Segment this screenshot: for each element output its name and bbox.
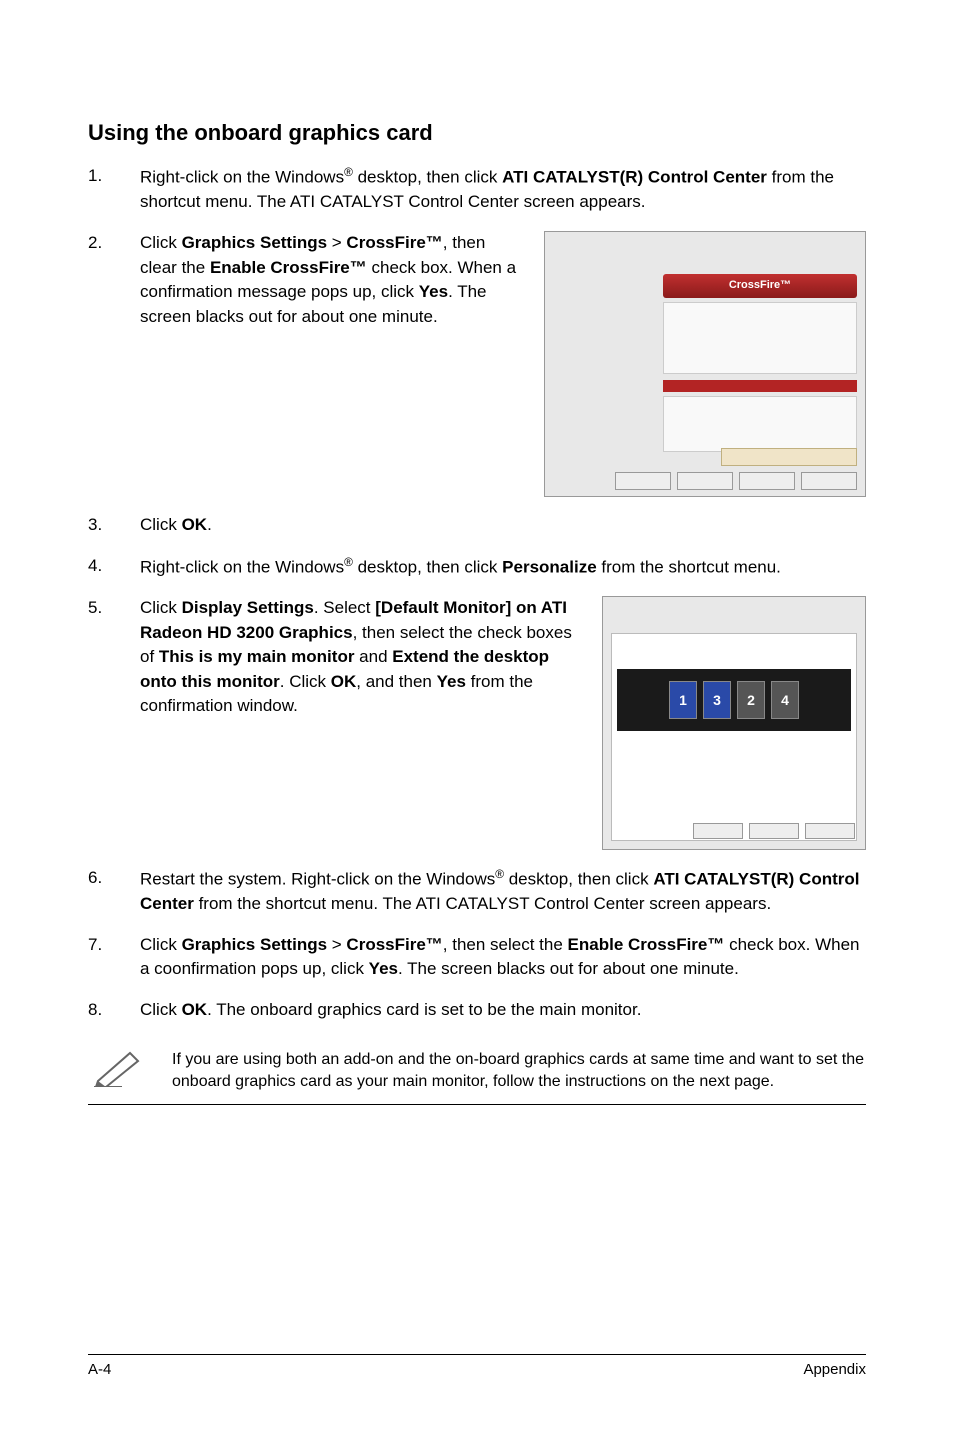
bold-text: OK — [331, 672, 357, 691]
step-2: Click Graphics Settings > CrossFire™, th… — [88, 231, 866, 497]
page-number: A-4 — [88, 1361, 111, 1378]
text: from the shortcut menu. — [597, 557, 781, 576]
text: desktop, then click — [353, 557, 502, 576]
page-footer: A-4 Appendix — [88, 1354, 866, 1378]
monitor-arrangement: 1 3 2 4 — [617, 669, 851, 731]
text: from the shortcut menu. The ATI CATALYST… — [194, 894, 771, 913]
dialog-button — [739, 472, 795, 490]
bold-text: ATI CATALYST(R) Control Center — [502, 168, 767, 187]
section-name: Appendix — [803, 1361, 866, 1378]
bold-text: Yes — [437, 672, 466, 691]
text: Click — [140, 1000, 182, 1019]
step-8: Click OK. The onboard graphics card is s… — [88, 998, 866, 1023]
note-block: If you are using both an add-on and the … — [88, 1047, 866, 1094]
step-5: Click Display Settings. Select [Default … — [88, 596, 866, 850]
step-3: Click OK. — [88, 513, 866, 538]
text: desktop, then click — [504, 870, 653, 889]
monitor-tile: 1 — [669, 681, 697, 719]
bold-text: Display Settings — [182, 598, 314, 617]
bold-text: Personalize — [502, 557, 597, 576]
panel — [663, 396, 857, 452]
panel — [663, 302, 857, 374]
text: and — [354, 647, 392, 666]
crossfire-title: CrossFire™ — [663, 274, 857, 298]
text: , and then — [356, 672, 436, 691]
monitor-tile: 4 — [771, 681, 799, 719]
panel-header — [663, 380, 857, 392]
monitor-tile: 2 — [737, 681, 765, 719]
text: . Click — [280, 672, 331, 691]
bold-text: Graphics Settings — [182, 233, 327, 252]
bold-text: Yes — [419, 282, 448, 301]
text: Click — [140, 515, 182, 534]
reg-mark: ® — [344, 165, 353, 179]
text: Click — [140, 233, 182, 252]
step-7: Click Graphics Settings > CrossFire™, th… — [88, 933, 866, 982]
dialog-button — [693, 823, 743, 839]
bold-text: CrossFire™ — [346, 935, 442, 954]
text: Restart the system. Right-click on the W… — [140, 870, 495, 889]
text: . The onboard graphics card is set to be… — [207, 1000, 641, 1019]
section-heading: Using the onboard graphics card — [88, 120, 866, 146]
bold-text: Yes — [369, 959, 398, 978]
text: > — [327, 233, 346, 252]
text: Right-click on the Windows — [140, 557, 344, 576]
step-4: Right-click on the Windows® desktop, the… — [88, 554, 866, 580]
text: . — [207, 515, 212, 534]
bold-text: This is my main monitor — [159, 647, 355, 666]
bold-text: OK — [182, 1000, 208, 1019]
dialog-button — [801, 472, 857, 490]
text: Right-click on the Windows — [140, 168, 344, 187]
dialog-button — [615, 472, 671, 490]
dialog-button — [805, 823, 855, 839]
screenshot-crossfire: CrossFire™ — [544, 231, 866, 497]
bold-text: CrossFire™ — [346, 233, 442, 252]
text: Click — [140, 598, 182, 617]
divider — [88, 1104, 866, 1105]
info-bar — [721, 448, 857, 466]
step-1: Right-click on the Windows® desktop, the… — [88, 164, 866, 215]
step-6: Restart the system. Right-click on the W… — [88, 866, 866, 917]
text: > — [327, 935, 346, 954]
text: . Select — [314, 598, 375, 617]
note-text: If you are using both an add-on and the … — [172, 1047, 866, 1094]
bold-text: Enable CrossFire™ — [210, 258, 367, 277]
dialog-body — [611, 633, 857, 841]
text: . The screen blacks out for about one mi… — [398, 959, 739, 978]
pencil-icon — [92, 1047, 148, 1092]
dialog-button — [677, 472, 733, 490]
screenshot-display-settings: 1 3 2 4 — [602, 596, 866, 850]
bold-text: OK — [182, 515, 208, 534]
monitor-tile: 3 — [703, 681, 731, 719]
bold-text: Graphics Settings — [182, 935, 327, 954]
dialog-button — [749, 823, 799, 839]
reg-mark: ® — [344, 555, 353, 569]
text: , then select the — [443, 935, 568, 954]
text: Click — [140, 935, 182, 954]
text: desktop, then click — [353, 168, 502, 187]
bold-text: Enable CrossFire™ — [568, 935, 725, 954]
reg-mark: ® — [495, 867, 504, 881]
